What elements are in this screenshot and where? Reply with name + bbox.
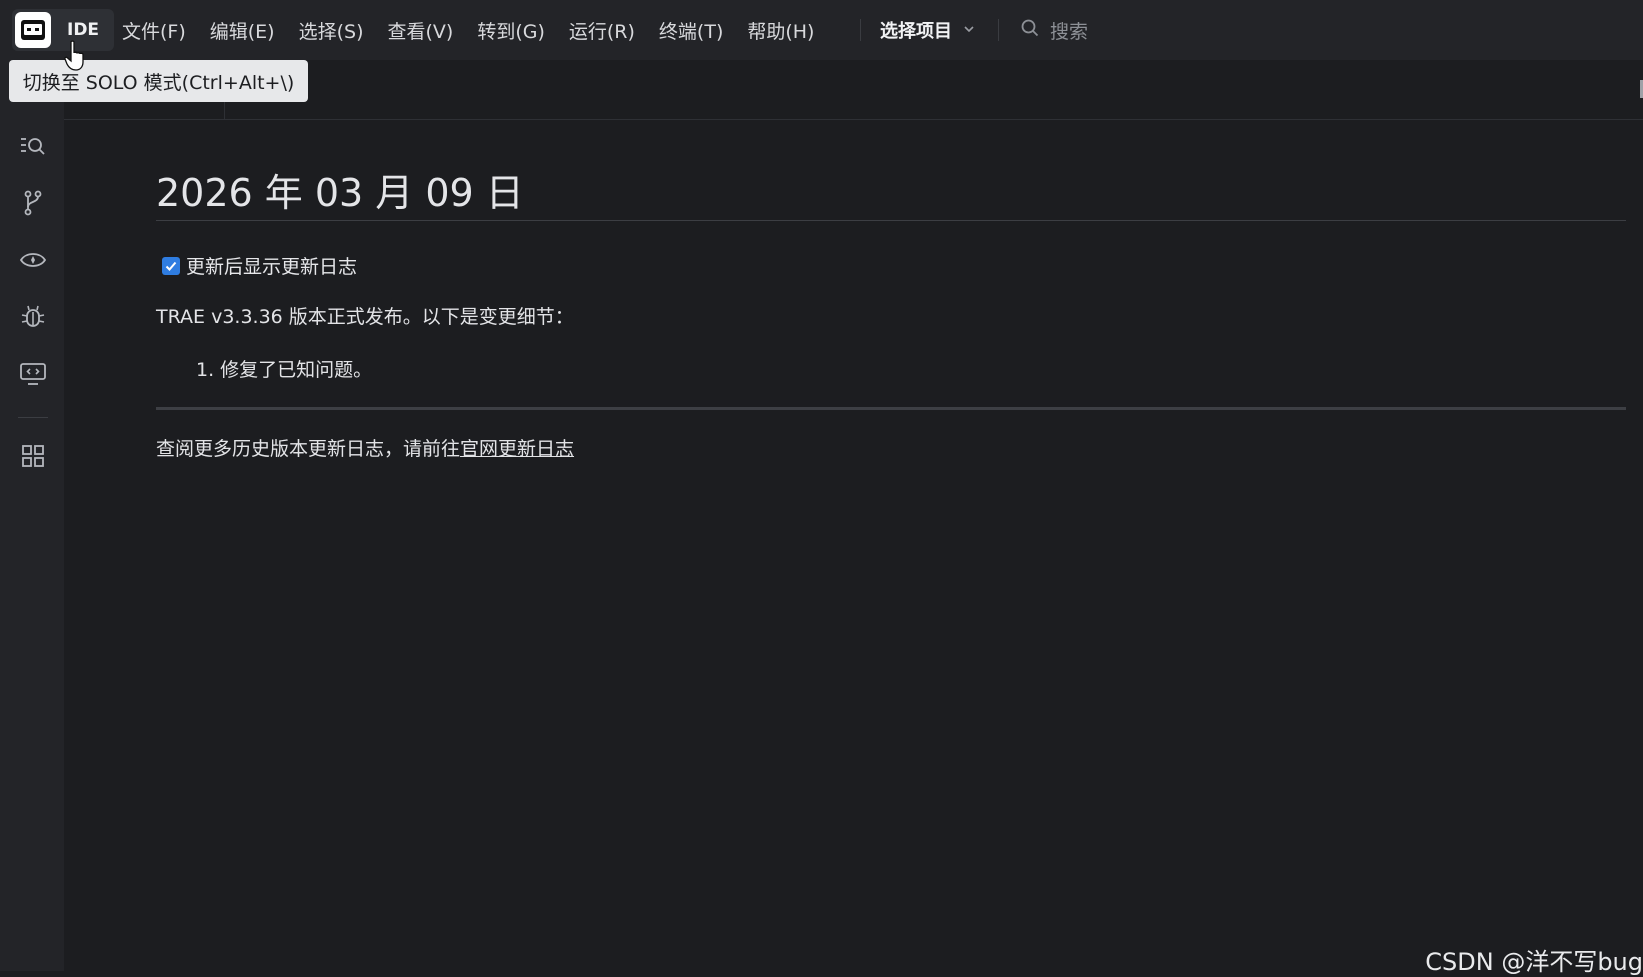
menu-go[interactable]: 转到(G)	[477, 17, 545, 44]
search-box[interactable]: 搜索	[1020, 0, 1088, 60]
mode-switch-button[interactable]: IDE	[12, 9, 114, 51]
menu-divider	[860, 19, 861, 41]
search-divider	[998, 19, 999, 41]
project-select-dropdown[interactable]: 选择项目	[880, 0, 976, 60]
activity-separator	[18, 417, 48, 418]
menu-run[interactable]: 运行(R)	[569, 17, 635, 44]
release-description: TRAE v3.3.36 版本正式发布。以下是变更细节：	[156, 306, 574, 328]
mode-label: IDE	[67, 20, 100, 40]
search-list-icon[interactable]	[18, 131, 48, 161]
hand-cursor-icon	[64, 40, 88, 72]
title-divider	[156, 220, 1626, 221]
section-divider	[156, 407, 1626, 410]
show-changelog-label[interactable]: 更新后显示更新日志	[186, 252, 357, 279]
remote-display-icon[interactable]	[18, 359, 48, 389]
chevron-down-icon	[962, 21, 976, 40]
trae-logo-icon	[15, 12, 51, 48]
menu-bar: 文件(F) 编辑(E) 选择(S) 查看(V) 转到(G) 运行(R) 终端(T…	[122, 0, 838, 60]
history-note: 查阅更多历史版本更新日志，请前往官网更新日志	[156, 434, 574, 461]
show-changelog-checkbox[interactable]	[162, 256, 180, 275]
debug-icon[interactable]	[18, 302, 48, 332]
menu-view[interactable]: 查看(V)	[388, 17, 454, 44]
source-control-icon[interactable]	[18, 188, 48, 218]
watermark-text: CSDN @洋不写bug	[1425, 948, 1643, 976]
show-changelog-option[interactable]: 更新后显示更新日志	[162, 252, 357, 279]
solo-mode-tooltip: 切换至 SOLO 模式(Ctrl+Alt+\)	[9, 60, 308, 102]
activity-bar	[0, 60, 64, 971]
search-icon	[1020, 18, 1040, 42]
title-bar: IDE 文件(F) 编辑(E) 选择(S) 查看(V) 转到(G) 运行(R) …	[0, 0, 1643, 60]
page-title: 2026 年 03 月 09 日	[156, 171, 524, 215]
project-select-label: 选择项目	[880, 21, 952, 42]
menu-edit[interactable]: 编辑(E)	[210, 17, 275, 44]
menu-terminal[interactable]: 终端(T)	[659, 17, 723, 44]
list-item: 1. 修复了已知问题。	[196, 359, 373, 381]
extensions-grid-icon[interactable]	[18, 441, 48, 471]
menu-file[interactable]: 文件(F)	[122, 17, 186, 44]
history-note-text: 查阅更多历史版本更新日志，请前往	[156, 438, 461, 460]
menu-selection[interactable]: 选择(S)	[299, 17, 364, 44]
search-label: 搜索	[1050, 20, 1089, 43]
menu-help[interactable]: 帮助(H)	[747, 17, 814, 44]
eye-icon[interactable]	[18, 245, 48, 275]
official-changelog-link[interactable]: 官网更新日志	[460, 438, 574, 460]
